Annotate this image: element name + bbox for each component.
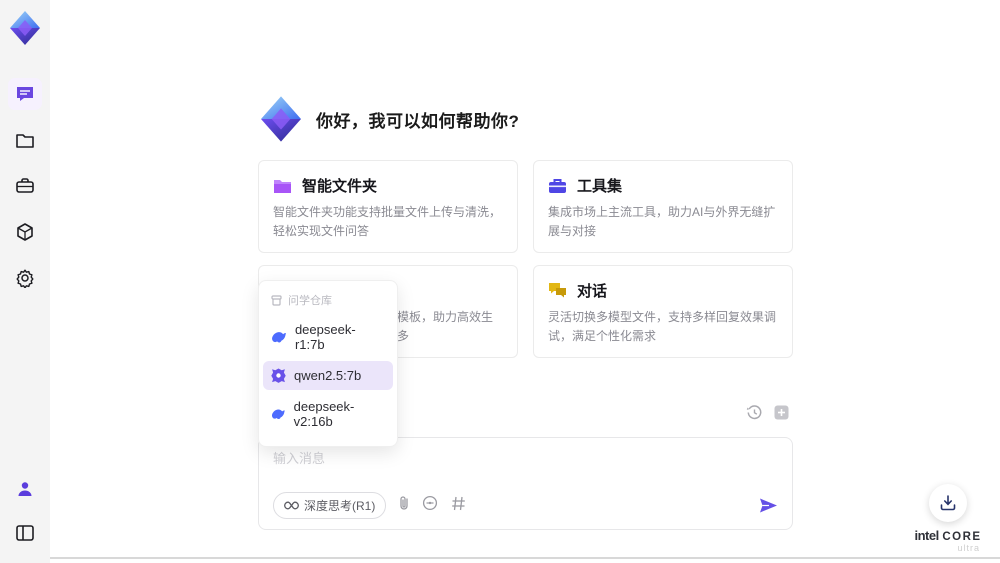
deep-think-label: 深度思考(R1) xyxy=(304,499,376,513)
card-conversation[interactable]: 对话 灵活切换多模型文件，支持多样回复效果调试，满足个性化需求 xyxy=(533,265,793,359)
deepseek-icon xyxy=(271,409,285,420)
model-option-deepseek-r1[interactable]: deepseek-r1:7b xyxy=(263,315,393,359)
briefcase-icon xyxy=(549,179,566,193)
new-chat-button[interactable] xyxy=(773,404,790,426)
sidebar xyxy=(0,0,50,563)
history-icon xyxy=(746,405,762,420)
sidebar-item-chat[interactable] xyxy=(8,78,42,110)
card-title: 智能文件夹 xyxy=(302,178,378,195)
main-area: 你好，我可以如何帮助你? 智能文件夹 智能文件夹功能支持批量文件上传与清洗，轻松… xyxy=(50,0,1000,563)
model-dropdown-header-label: 问学仓库 xyxy=(288,295,332,307)
deepseek-icon xyxy=(272,332,286,343)
add-square-icon xyxy=(774,405,789,420)
card-desc: 集成市场上主流工具，助力AI与外界无缝扩展与对接 xyxy=(548,205,776,238)
globe-icon xyxy=(423,495,438,511)
translate-button[interactable] xyxy=(422,495,438,516)
intel-corner: intel CORE ultra xyxy=(912,484,984,553)
sidebar-item-user[interactable] xyxy=(8,473,42,505)
deep-think-toggle[interactable]: 深度思考(R1) xyxy=(273,492,387,519)
sidebar-item-folders[interactable] xyxy=(8,124,42,156)
sidebar-item-settings[interactable] xyxy=(8,262,42,294)
message-input[interactable] xyxy=(273,448,778,482)
folder-icon xyxy=(274,179,291,193)
send-button[interactable] xyxy=(759,497,778,514)
app-window: 你好，我可以如何帮助你? 智能文件夹 智能文件夹功能支持批量文件上传与清洗，轻松… xyxy=(0,0,1000,563)
download-icon xyxy=(940,495,956,511)
attach-button[interactable] xyxy=(399,495,409,516)
panel-toggle-icon xyxy=(16,525,34,541)
briefcase-icon xyxy=(16,178,34,193)
window-bottom-edge xyxy=(50,557,1000,559)
card-desc: 智能文件夹功能支持批量文件上传与清洗，轻松实现文件问答 xyxy=(273,205,502,238)
cube-icon xyxy=(17,223,33,241)
sidebar-item-apps[interactable] xyxy=(8,216,42,248)
sidebar-item-tools[interactable] xyxy=(8,170,42,202)
greeting-title: 你好，我可以如何帮助你? xyxy=(316,111,520,131)
card-smart-folder[interactable]: 智能文件夹 智能文件夹功能支持批量文件上传与清洗，轻松实现文件问答 xyxy=(258,160,518,254)
greeting-logo-icon xyxy=(261,96,301,142)
message-composer: 深度思考(R1) xyxy=(258,437,793,530)
card-desc: 灵活切换多模型文件，支持多样回复效果调试，满足个性化需求 xyxy=(548,310,777,343)
send-icon xyxy=(760,498,777,513)
intel-ultra-label: ultra xyxy=(957,543,980,553)
model-option-label: deepseek-r1:7b xyxy=(294,322,356,352)
card-title: 工具集 xyxy=(577,178,623,195)
card-title: 对话 xyxy=(577,283,608,301)
intel-core-logo: intel CORE xyxy=(914,528,982,543)
sidebar-item-collapse[interactable] xyxy=(8,517,42,549)
qwen-icon xyxy=(271,368,286,383)
model-dropdown-header: 问学仓库 xyxy=(263,287,393,315)
chat-icon xyxy=(549,283,566,298)
card-toolset[interactable]: 工具集 集成市场上主流工具，助力AI与外界无缝扩展与对接 xyxy=(533,160,793,254)
prompt-library-button[interactable] xyxy=(451,496,466,516)
model-option-deepseek-v2[interactable]: deepseek-v2:16b xyxy=(263,392,393,436)
infinity-icon xyxy=(284,501,299,510)
user-icon xyxy=(18,482,32,496)
model-option-label: deepseek-v2:16b xyxy=(293,399,355,429)
model-option-qwen[interactable]: qwen2.5:7b xyxy=(263,361,393,390)
folder-icon xyxy=(16,133,34,148)
chat-bubble-icon xyxy=(17,87,33,101)
greeting: 你好，我可以如何帮助你? xyxy=(258,95,519,143)
paperclip-icon xyxy=(400,496,408,510)
model-option-label: qwen2.5:7b xyxy=(294,368,362,383)
model-dropdown: 问学仓库 deepseek-r1:7b qwen2.5:7b deepseek-… xyxy=(258,280,398,447)
app-logo-icon xyxy=(10,11,40,45)
history-button[interactable] xyxy=(746,404,763,426)
download-button[interactable] xyxy=(929,484,967,522)
gear-icon xyxy=(16,269,34,288)
repository-icon xyxy=(271,294,282,306)
grid-icon xyxy=(452,496,466,510)
